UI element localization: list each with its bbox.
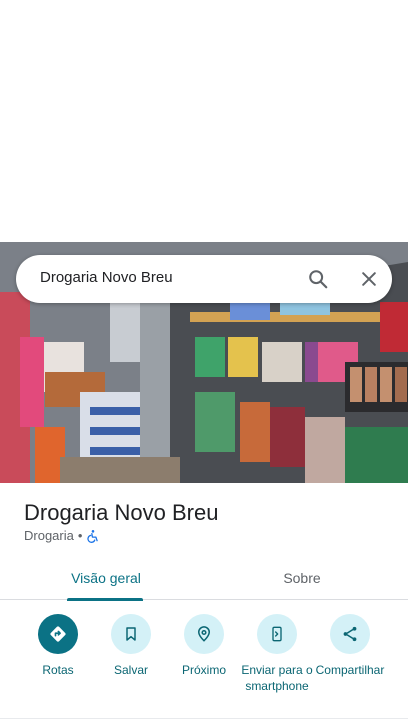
tab-overview-label: Visão geral [71, 570, 141, 586]
place-subtitle: Drogaria • [24, 528, 100, 543]
clear-search-button[interactable] [353, 263, 385, 295]
send-to-phone-label: Enviar para o smartphone [241, 663, 313, 693]
save-button[interactable]: Salvar [91, 614, 171, 678]
search-query-text[interactable]: Drogaria Novo Breu [40, 269, 173, 286]
search-icon [309, 270, 328, 289]
action-buttons-row: Rotas Salvar Próximo Enviar para o smart… [0, 600, 408, 726]
search-button[interactable] [302, 263, 334, 295]
tab-about[interactable]: Sobre [232, 556, 372, 600]
wheelchair-icon [86, 529, 100, 543]
place-name: Drogaria Novo Breu [24, 500, 219, 525]
place-tabs: Visão geral Sobre [0, 556, 408, 601]
share-icon [330, 614, 370, 654]
nearby-label: Próximo [181, 663, 226, 677]
separator-dot: • [77, 528, 83, 543]
tab-overview[interactable]: Visão geral [36, 556, 176, 601]
bookmark-icon [111, 614, 151, 654]
directions-label: Rotas [42, 663, 74, 677]
save-label: Salvar [113, 663, 148, 677]
map-blank-area [0, 0, 408, 242]
send-to-phone-button[interactable]: Enviar para o smartphone [237, 614, 317, 694]
bottom-divider [0, 718, 408, 719]
place-category: Drogaria [24, 528, 74, 543]
nearby-icon [184, 614, 224, 654]
share-label: Compartilhar [315, 663, 385, 677]
tab-about-label: Sobre [283, 570, 321, 586]
directions-button[interactable]: Rotas [18, 614, 98, 678]
send-to-phone-icon [257, 614, 297, 654]
nearby-button[interactable]: Próximo [164, 614, 244, 678]
search-bar[interactable]: Drogaria Novo Breu [16, 255, 392, 303]
close-icon [362, 272, 376, 286]
directions-icon [38, 614, 78, 654]
share-button[interactable]: Compartilhar [310, 614, 390, 678]
